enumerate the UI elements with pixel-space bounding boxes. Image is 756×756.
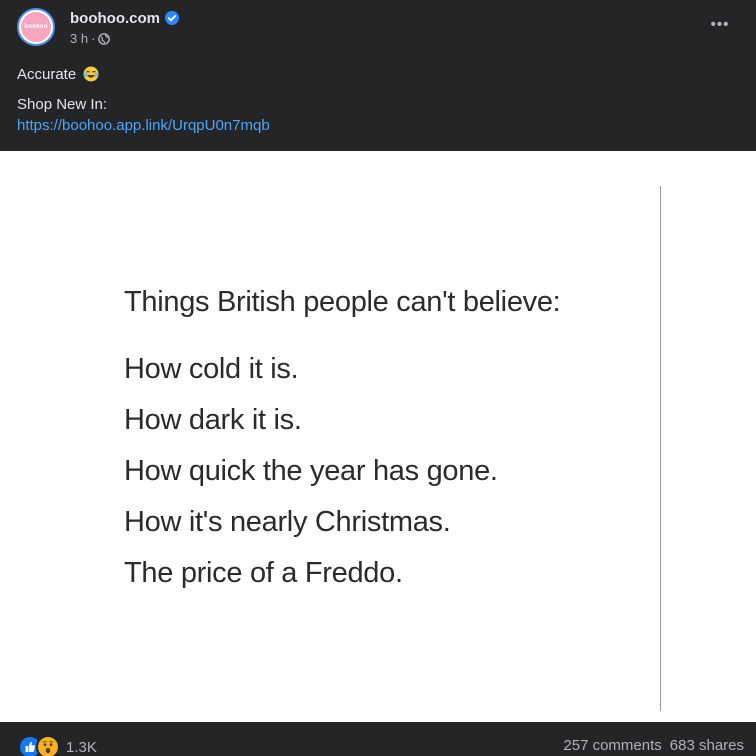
post-image[interactable]: Things British people can't believe: How…	[0, 151, 756, 722]
post-header: boohoo boohoo.com 3 h · •••	[0, 0, 756, 56]
avatar-logo: boohoo	[21, 12, 51, 42]
shop-line: Shop New In:	[17, 96, 108, 113]
meta-separator: ·	[91, 31, 96, 46]
engagement-counts: 257 comments 683 shares	[563, 737, 744, 754]
more-options-button[interactable]: •••	[706, 16, 734, 38]
reactions-summary[interactable]: 1.3K	[18, 735, 97, 756]
avatar-logo-text: boohoo	[24, 24, 48, 30]
meme-text-block: Things British people can't believe: How…	[124, 283, 561, 599]
shop-link[interactable]: https://boohoo.app.link/UrqpU0n7mqb	[17, 117, 270, 134]
caption-text: Accurate	[17, 66, 77, 83]
meme-line: How quick the year has gone.	[124, 455, 498, 487]
image-divider-line	[660, 186, 661, 711]
post-meta: 3 h ·	[70, 31, 111, 46]
caption-line: Accurate	[17, 64, 270, 85]
comments-count[interactable]: 257 comments	[563, 737, 661, 754]
globe-icon[interactable]	[98, 32, 111, 45]
reaction-count[interactable]: 1.3K	[66, 739, 97, 756]
facebook-post: boohoo boohoo.com 3 h · ••• Accurate Sho…	[0, 0, 756, 756]
more-icon: •••	[710, 16, 730, 33]
meme-title: Things British people can't believe:	[124, 286, 561, 318]
meme-line: How it's nearly Christmas.	[124, 506, 451, 538]
post-footer: 1.3K 257 comments 683 shares	[0, 722, 756, 756]
wow-icon	[36, 735, 60, 756]
meme-line: How dark it is.	[124, 404, 302, 436]
link-line: https://boohoo.app.link/UrqpU0n7mqb	[17, 115, 270, 136]
meme-line: How cold it is.	[124, 353, 299, 385]
page-avatar[interactable]: boohoo	[17, 8, 55, 46]
page-name-row: boohoo.com	[70, 8, 179, 28]
laughing-crying-emoji-icon	[83, 66, 99, 82]
post-caption: Accurate Shop New In: https://boohoo.app…	[17, 64, 270, 136]
page-name[interactable]: boohoo.com	[70, 10, 160, 27]
caption-gap	[17, 85, 270, 94]
verified-badge-icon	[165, 11, 179, 25]
shares-count[interactable]: 683 shares	[670, 737, 744, 754]
post-time[interactable]: 3 h	[70, 31, 88, 46]
meme-line: The price of a Freddo.	[124, 557, 403, 589]
